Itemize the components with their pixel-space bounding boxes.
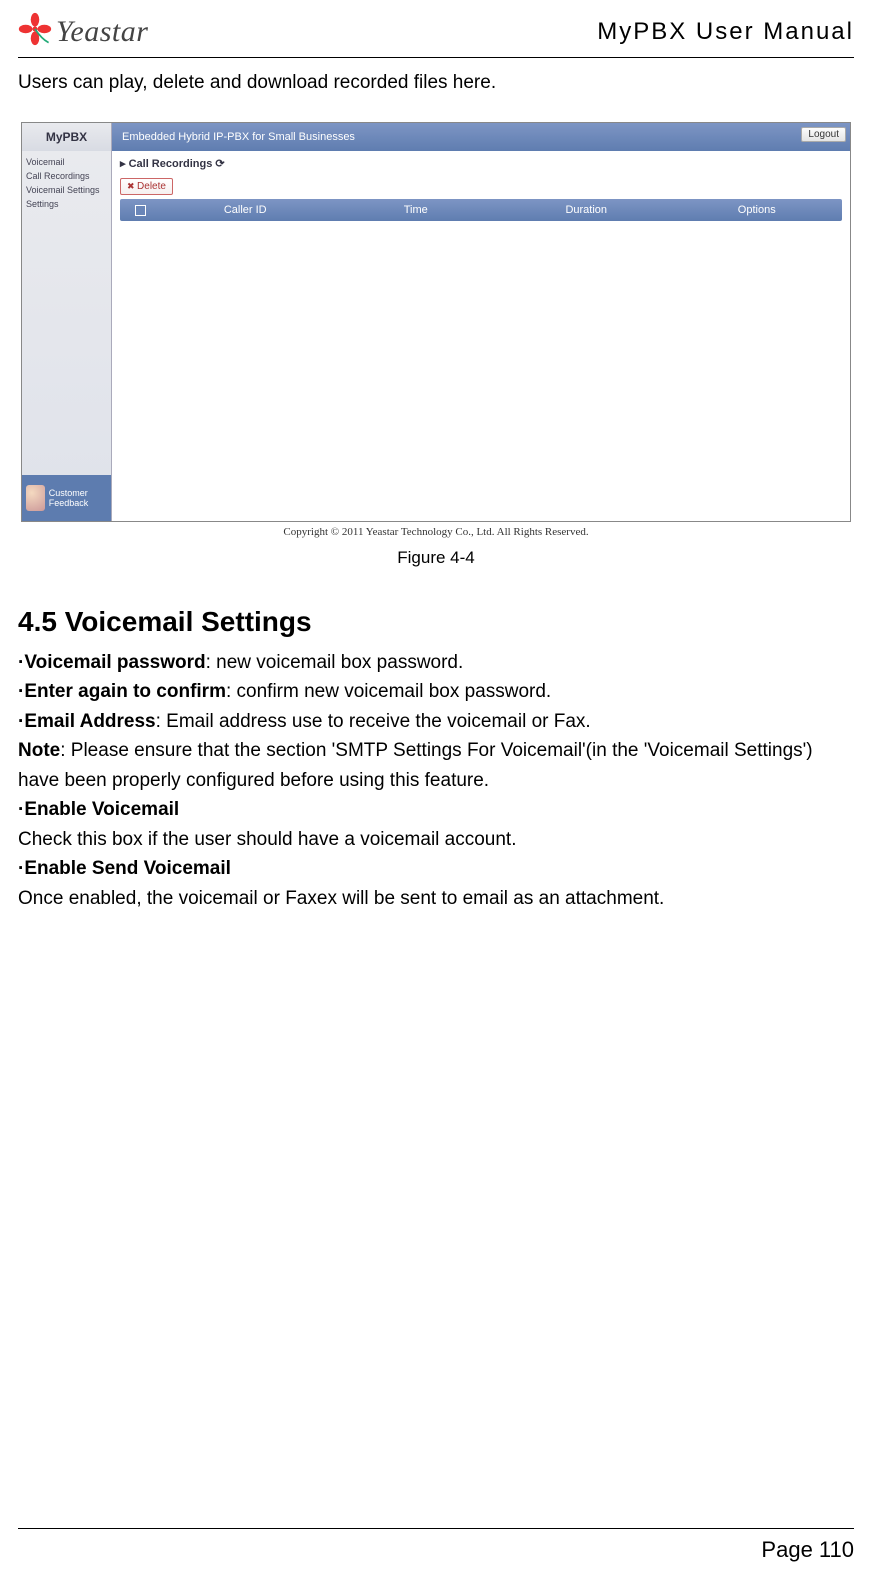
screenshot-sidebar: Voicemail Call Recordings Voicemail Sett… xyxy=(22,151,112,521)
vm-password-label: ·Voicemail password xyxy=(18,652,206,673)
enable-vm-desc: Check this box if the user should have a… xyxy=(18,829,517,850)
page-number: Page 110 xyxy=(761,1537,854,1562)
enable-send-vm-desc: Once enabled, the voicemail or Faxex wil… xyxy=(18,888,664,909)
banner-text: Embedded Hybrid IP-PBX for Small Busines… xyxy=(122,131,355,143)
manual-title: MyPBX User Manual xyxy=(597,18,854,46)
app-logo: MyPBX xyxy=(22,123,112,151)
note-desc: : Please ensure that the section 'SMTP S… xyxy=(18,740,813,790)
delete-button[interactable]: Delete xyxy=(120,178,173,195)
screenshot-container: MyPBX Embedded Hybrid IP-PBX for Small B… xyxy=(21,122,851,522)
section-heading: 4.5 Voicemail Settings xyxy=(18,606,854,638)
column-duration: Duration xyxy=(501,204,672,216)
vm-password-desc: : new voicemail box password. xyxy=(206,652,464,673)
email-desc: : Email address use to receive the voice… xyxy=(156,711,591,732)
screenshot-topbar: MyPBX Embedded Hybrid IP-PBX for Small B… xyxy=(22,123,850,151)
note-label: Note xyxy=(18,740,60,761)
logout-button[interactable]: Logout xyxy=(801,127,846,142)
email-label: ·Email Address xyxy=(18,711,156,732)
figure-caption: Figure 4-4 xyxy=(21,548,851,568)
screenshot-main: ▸ Call Recordings ⟳ Delete Caller ID Tim… xyxy=(112,151,850,521)
customer-feedback-tile[interactable]: Customer Feedback xyxy=(22,475,111,521)
enable-vm-label: ·Enable Voicemail xyxy=(18,799,179,820)
screenshot-copyright: Copyright © 2011 Yeastar Technology Co.,… xyxy=(21,522,851,542)
brand-logo: Yeastar xyxy=(18,12,148,51)
select-all-checkbox[interactable] xyxy=(120,205,160,216)
brand-name: Yeastar xyxy=(56,15,148,49)
breadcrumb: ▸ Call Recordings ⟳ xyxy=(120,157,842,170)
app-banner: Embedded Hybrid IP-PBX for Small Busines… xyxy=(112,123,850,151)
people-icon xyxy=(26,485,45,511)
intro-text: Users can play, delete and download reco… xyxy=(18,72,854,94)
column-time: Time xyxy=(331,204,502,216)
sidebar-item-call-recordings[interactable]: Call Recordings xyxy=(22,169,111,183)
table-header-row: Caller ID Time Duration Options xyxy=(120,199,842,221)
confirm-desc: : confirm new voicemail box password. xyxy=(226,681,551,702)
column-caller-id: Caller ID xyxy=(160,204,331,216)
sidebar-item-voicemail[interactable]: Voicemail xyxy=(22,155,111,169)
figure-4-4: MyPBX Embedded Hybrid IP-PBX for Small B… xyxy=(21,122,851,568)
flower-icon xyxy=(18,12,52,51)
enable-send-vm-label: ·Enable Send Voicemail xyxy=(18,858,231,879)
document-footer: Page 110 xyxy=(18,1528,854,1563)
column-options: Options xyxy=(672,204,843,216)
sidebar-item-voicemail-settings[interactable]: Voicemail Settings xyxy=(22,183,111,197)
breadcrumb-text: Call Recordings ⟳ xyxy=(129,158,225,170)
sidebar-item-settings[interactable]: Settings xyxy=(22,197,111,211)
section-body: ·Voicemail password: new voicemail box p… xyxy=(18,648,854,913)
confirm-label: ·Enter again to confirm xyxy=(18,681,226,702)
document-header: Yeastar MyPBX User Manual xyxy=(18,12,854,58)
feedback-label: Customer Feedback xyxy=(49,488,107,508)
